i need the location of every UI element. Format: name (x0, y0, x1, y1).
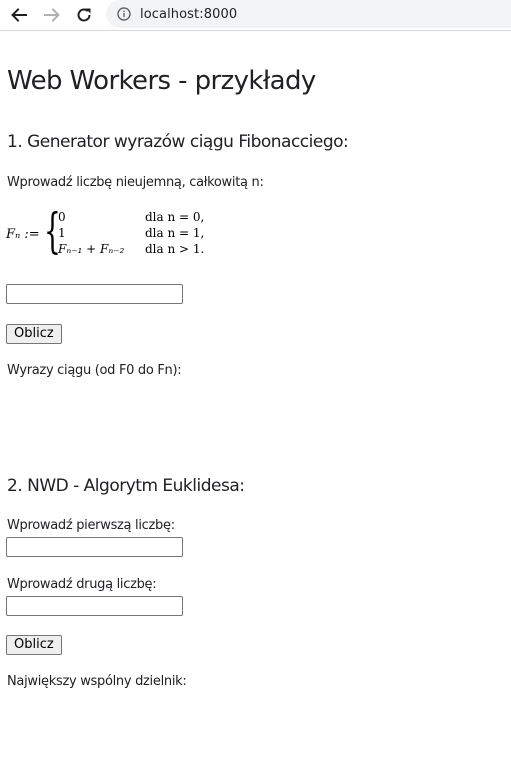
reload-button[interactable] (73, 4, 95, 26)
formula-case-cond: dla n > 1. (145, 242, 205, 256)
fibonacci-calculate-button[interactable]: Oblicz (6, 324, 62, 344)
formula-case-expr: Fₙ₋₁ + Fₙ₋₂ (58, 242, 125, 256)
page-title: Web Workers - przykłady (7, 66, 316, 96)
fibonacci-n-input[interactable] (6, 284, 183, 304)
gcd-result-label: Największy wspólny dzielnik: (7, 674, 187, 689)
gcd-second-label: Wprowadź drugą liczbę: (7, 577, 157, 592)
reload-icon (75, 6, 93, 24)
fibonacci-result-label: Wyrazy ciągu (od F0 do Fn): (7, 363, 182, 378)
fibonacci-formula: Fₙ := { 0 dla n = 0, 1 dla n = 1, Fₙ₋₁ +… (6, 207, 226, 262)
gcd-heading: 2. NWD - Algorytm Euklidesa: (7, 476, 245, 496)
forward-button[interactable] (41, 4, 63, 26)
info-icon[interactable] (117, 7, 131, 21)
gcd-first-input[interactable] (6, 537, 183, 557)
fibonacci-prompt: Wprowadź liczbę nieujemną, całkowitą n: (7, 175, 264, 190)
browser-toolbar: localhost:8000 (0, 0, 511, 31)
arrow-right-icon (43, 6, 61, 24)
formula-case-cond: dla n = 1, (145, 226, 205, 240)
formula-case-cond: dla n = 0, (145, 210, 205, 224)
url-text[interactable]: localhost:8000 (140, 7, 237, 22)
gcd-first-label: Wprowadź pierwszą liczbę: (7, 518, 175, 533)
formula-case-expr: 1 (58, 226, 66, 240)
formula-case-expr: 0 (58, 210, 66, 224)
arrow-left-icon (10, 6, 28, 24)
gcd-calculate-button[interactable]: Oblicz (6, 635, 62, 655)
address-bar[interactable]: localhost:8000 (106, 0, 511, 28)
fibonacci-heading: 1. Generator wyrazów ciągu Fibonacciego: (7, 132, 349, 152)
gcd-second-input[interactable] (6, 596, 183, 616)
back-button[interactable] (8, 4, 30, 26)
formula-lhs: Fₙ := (6, 227, 40, 242)
